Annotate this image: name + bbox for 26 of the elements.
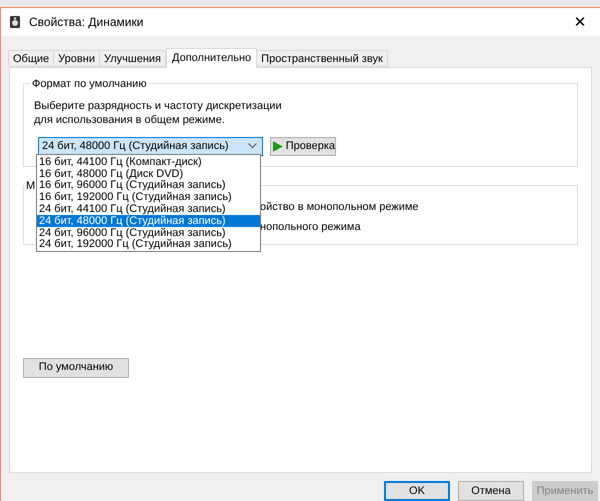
dropdown-option[interactable]: 16 бит, 44100 Гц (Компакт-диск)	[37, 156, 260, 168]
tab[interactable]: Уровни	[53, 50, 100, 67]
play-icon	[273, 140, 283, 153]
dropdown-option[interactable]: 16 бит, 192000 Гц (Студийная запись)	[37, 191, 260, 203]
test-button[interactable]: Проверка	[270, 136, 336, 156]
dialog-button[interactable]: Отмена	[458, 481, 524, 501]
dropdown-option[interactable]: 24 бит, 44100 Гц (Студийная запись)	[37, 202, 260, 215]
tab[interactable]: Улучшения	[98, 50, 166, 67]
dialog-button[interactable]: OK	[384, 481, 450, 501]
tab[interactable]: Пространственный звук	[256, 50, 388, 67]
speaker-icon	[9, 14, 21, 29]
dropdown-option[interactable]: 24 бит, 192000 Гц (Студийная запись)	[37, 238, 260, 250]
tab[interactable]: Дополнительно	[166, 48, 258, 68]
option-label: ойство в монопольном режиме	[260, 200, 420, 214]
tab[interactable]: Общие	[8, 50, 54, 67]
chevron-down-icon	[248, 143, 257, 150]
close-button[interactable]: ✕	[566, 10, 594, 34]
restore-defaults-button[interactable]: По умолчанию	[23, 358, 129, 378]
dropdown-option[interactable]: 24 бит, 48000 Гц (Студийная запись)	[37, 214, 260, 227]
window-title: Свойства: Динамики	[29, 14, 144, 31]
dropdown-option[interactable]: 24 бит, 96000 Гц (Студийная запись)	[37, 226, 260, 238]
option-label: нопольного режима	[260, 220, 362, 234]
dropdown-option[interactable]: 16 бит, 48000 Гц (Диск DVD)	[37, 168, 260, 180]
description-text: Выберите разрядность и частоту дискретизации для использования в общем режиме.	[34, 98, 283, 127]
format-dropdown[interactable]: 24 бит, 48000 Гц (Студийная запись)	[38, 136, 263, 156]
dropdown-option[interactable]: 16 бит, 96000 Гц (Студийная запись)	[37, 179, 260, 192]
